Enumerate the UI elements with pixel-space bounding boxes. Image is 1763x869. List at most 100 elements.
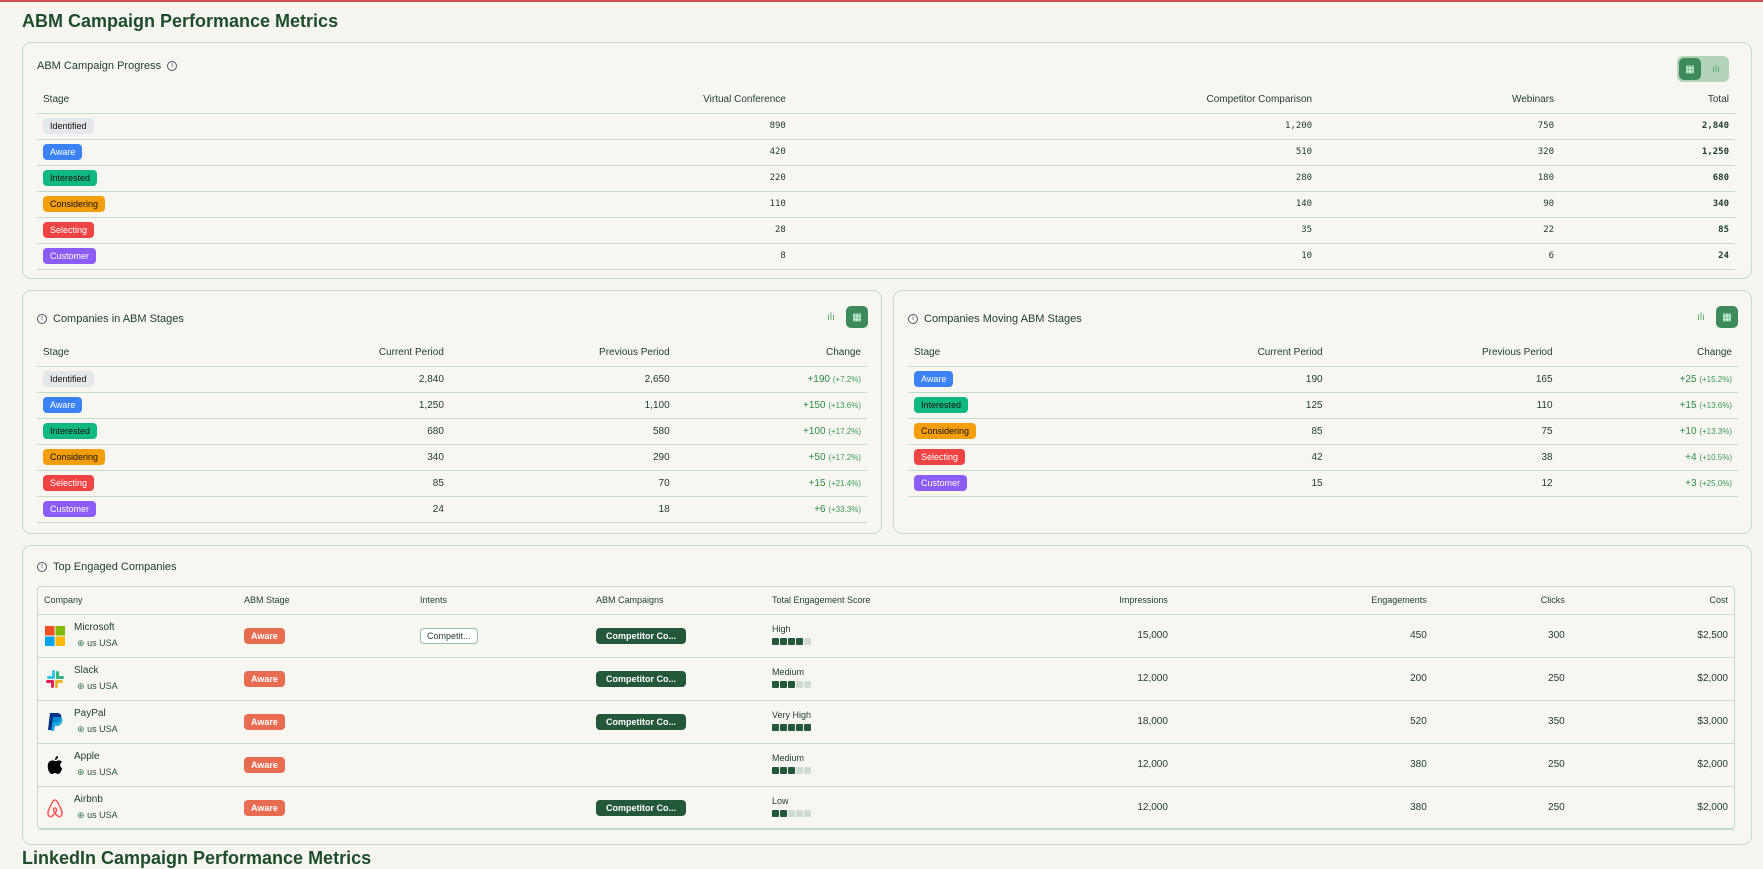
column-header[interactable]: Impressions — [942, 587, 1174, 615]
cost: $2,000 — [1570, 743, 1734, 787]
info-icon[interactable]: i — [908, 314, 918, 324]
column-header[interactable]: Total Engagement Score — [766, 587, 942, 615]
table-row[interactable]: Microsoft ⊕ us USA Aware Competit... Comp… — [38, 614, 1734, 658]
company-location: us USA — [87, 638, 118, 648]
impressions: 12,000 — [942, 657, 1174, 701]
column-header[interactable]: Total — [1560, 86, 1735, 114]
cost: $3,000 — [1570, 700, 1734, 744]
table-view-button[interactable]: ▦ — [1716, 306, 1738, 328]
company-name[interactable]: Slack — [74, 665, 118, 676]
stage-badge: Aware — [244, 627, 285, 644]
company-name[interactable]: Apple — [74, 751, 118, 762]
campaign-tag[interactable]: Competitor Co... — [596, 670, 686, 687]
column-header[interactable]: Stage — [37, 86, 369, 114]
cell-value: 320 — [1318, 139, 1561, 166]
column-header[interactable]: Intents — [414, 587, 590, 615]
clicks: 250 — [1432, 786, 1571, 830]
cell-value: 10 — [791, 243, 1319, 270]
microsoft-logo — [44, 625, 66, 647]
score-block — [772, 680, 779, 688]
companies-moving-stages-table: Stage Current Period Previous Period Change… — [908, 339, 1738, 497]
intent-tag[interactable]: Competit... — [420, 627, 478, 644]
company-name[interactable]: Microsoft — [74, 622, 118, 633]
campaign-tag[interactable]: Competitor Co... — [596, 799, 686, 816]
table-view-button[interactable]: ▦ — [1679, 58, 1701, 80]
stage-badge: Identified — [43, 118, 94, 134]
table-row[interactable]: Slack ⊕ us USA Aware Competitor Co... Med… — [38, 657, 1734, 701]
column-header[interactable]: Current Period — [1114, 339, 1329, 367]
card-title: Companies Moving ABM Stages — [924, 313, 1082, 325]
column-header[interactable]: Cost — [1570, 587, 1734, 615]
column-header[interactable]: Stage — [908, 339, 1115, 367]
table-row: Aware 190 165 +25 (+15.2%) — [908, 366, 1738, 393]
column-header[interactable]: Webinars — [1318, 86, 1561, 114]
change-percent: (+33.3%) — [828, 504, 861, 514]
score-block — [788, 637, 795, 645]
column-header[interactable]: Virtual Conference — [368, 86, 792, 114]
company-name[interactable]: PayPal — [74, 708, 118, 719]
current-period: 24 — [239, 496, 450, 523]
column-header[interactable]: Company — [38, 587, 238, 615]
company-name[interactable]: Airbnb — [74, 794, 118, 805]
info-icon[interactable]: i — [167, 61, 178, 71]
stage-badge: Considering — [914, 423, 977, 439]
score-block — [796, 809, 803, 817]
stage-badge: Customer — [914, 475, 968, 491]
cost: $2,500 — [1570, 614, 1734, 658]
column-header[interactable]: ABM Stage — [238, 587, 414, 615]
table-row[interactable]: Airbnb ⊕ us USA Aware Competitor Co... Lo… — [38, 786, 1734, 830]
impressions: 12,000 — [942, 743, 1174, 787]
column-header[interactable]: Change — [1558, 339, 1738, 367]
table-row[interactable]: Apple ⊕ us USA Aware Medium 12,000 380 25… — [38, 743, 1734, 787]
engagement-score-label: High — [772, 623, 791, 634]
column-header[interactable]: ABM Campaigns — [590, 587, 766, 615]
table-row: Selecting 28 35 22 85 — [37, 217, 1735, 244]
score-block — [772, 723, 779, 731]
cell-value: 22 — [1318, 217, 1561, 244]
stage-badge: Selecting — [914, 449, 966, 465]
change-value: +150 — [803, 399, 826, 411]
column-header[interactable]: Previous Period — [449, 339, 676, 367]
globe-icon: ⊕ — [77, 724, 85, 734]
info-icon[interactable]: i — [37, 562, 47, 572]
score-block — [772, 809, 779, 817]
column-header[interactable]: Engagements — [1173, 587, 1433, 615]
column-header[interactable]: Previous Period — [1328, 339, 1559, 367]
table-view-button[interactable]: ▦ — [846, 306, 868, 328]
table-row: Selecting 85 70 +15 (+21.4%) — [37, 470, 867, 497]
score-block — [780, 766, 787, 774]
column-header[interactable]: Current Period — [239, 339, 450, 367]
cell-value: 140 — [791, 191, 1319, 218]
table-row: Customer 8 10 6 24 — [37, 243, 1735, 270]
companies-in-stages-table: Stage Current Period Previous Period Change… — [37, 339, 867, 523]
engagement-score-label: Medium — [772, 666, 805, 677]
chart-view-button[interactable]: ılı — [820, 306, 842, 328]
current-period: 190 — [1114, 366, 1329, 393]
companies-moving-stages-card: i Companies Moving ABM Stages ılı ▦ Stage… — [893, 290, 1752, 534]
score-block — [796, 766, 803, 774]
campaign-tag[interactable]: Competitor Co... — [596, 627, 686, 644]
info-icon[interactable]: i — [37, 314, 47, 324]
change-value: +190 — [807, 373, 830, 385]
current-period: 1,250 — [239, 392, 450, 419]
chart-view-button[interactable]: ılı — [1690, 306, 1712, 328]
column-header[interactable]: Competitor Comparison — [791, 86, 1319, 114]
campaign-tag[interactable]: Competitor Co... — [596, 713, 686, 730]
score-block — [788, 723, 795, 731]
previous-period: 38 — [1328, 444, 1559, 471]
column-header[interactable]: Stage — [37, 339, 240, 367]
change-percent: (+17.2%) — [828, 426, 861, 436]
score-block — [796, 637, 803, 645]
column-header[interactable]: Change — [675, 339, 867, 367]
column-header[interactable]: Clicks — [1432, 587, 1571, 615]
table-row: Considering 85 75 +10 (+13.3%) — [908, 418, 1738, 445]
engagement-score-bar — [772, 809, 936, 820]
card-title: ABM Campaign Progress — [37, 60, 162, 72]
chart-view-button[interactable]: ılı — [1705, 58, 1727, 80]
change-value: +10 — [1679, 425, 1697, 437]
cost: $2,000 — [1570, 786, 1734, 830]
table-row[interactable]: PayPal ⊕ us USA Aware Competitor Co... Ve… — [38, 700, 1734, 744]
cell-value: 1,250 — [1560, 139, 1735, 166]
score-block — [796, 680, 803, 688]
cell-value: 180 — [1318, 165, 1561, 192]
